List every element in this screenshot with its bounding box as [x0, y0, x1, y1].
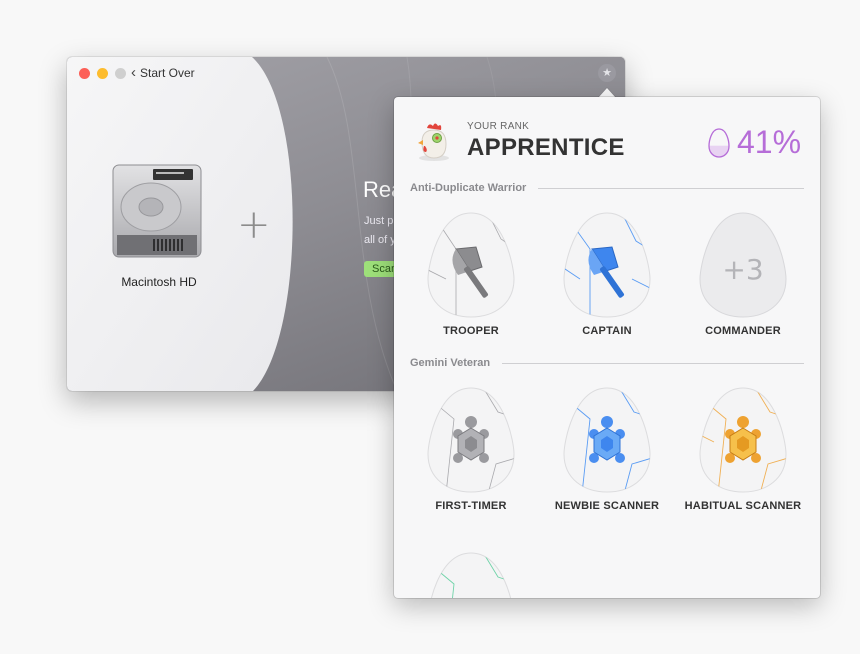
rank-name: APPRENTICE: [467, 134, 625, 161]
badge-label: COMMANDER: [705, 325, 781, 337]
close-button[interactable]: [79, 68, 90, 79]
progress-egg-icon: [708, 127, 730, 158]
window-controls: [79, 68, 126, 79]
locked-egg-icon: +3: [699, 212, 787, 318]
start-over-button[interactable]: ‹ Start Over: [131, 64, 195, 81]
hard-drive-icon[interactable]: [111, 163, 203, 263]
section-divider: [538, 187, 804, 189]
section-header: Gemini Veteran: [410, 357, 804, 369]
add-folder-icon[interactable]: +: [237, 205, 271, 245]
turtle-icon: [699, 387, 787, 493]
rank-percent: 41%: [737, 124, 802, 160]
chevron-left-icon: ‹: [131, 64, 136, 81]
chicken-rank-icon: [418, 123, 449, 161]
turtle-icon: [427, 387, 515, 493]
more-count: +3: [722, 253, 763, 286]
turtle-icon: [563, 387, 651, 493]
badge-newbie-scanner[interactable]: NEWBIE SCANNER: [542, 384, 672, 512]
badge-label: TROOPER: [443, 325, 499, 337]
axe-icon: [563, 212, 651, 318]
section-header: Anti-Duplicate Warrior: [410, 182, 804, 194]
badge-captain[interactable]: CAPTAIN: [542, 209, 672, 337]
egg-badge-icon: [430, 552, 514, 598]
badge-commander[interactable]: +3 COMMANDER: [678, 209, 808, 337]
badge-next-partial[interactable]: [406, 549, 536, 598]
section-title: Anti-Duplicate Warrior: [410, 182, 527, 194]
section-divider: [502, 362, 804, 364]
rank-popover: YOUR RANK APPRENTICE 41% Anti-Duplicate …: [394, 97, 820, 598]
rank-caption: YOUR RANK: [467, 121, 530, 132]
axe-icon: [427, 212, 515, 318]
zoom-button[interactable]: [115, 68, 126, 79]
badge-label: FIRST-TIMER: [435, 500, 507, 512]
start-over-label: Start Over: [140, 66, 195, 80]
badge-first-timer[interactable]: FIRST-TIMER: [406, 384, 536, 512]
badge-label: HABITUAL SCANNER: [684, 500, 802, 512]
section-title: Gemini Veteran: [410, 357, 491, 369]
rank-progress: 41%: [708, 124, 801, 161]
badge-label: CAPTAIN: [582, 325, 632, 337]
badge-trooper[interactable]: TROOPER: [406, 209, 536, 337]
disk-name: Macintosh HD: [121, 275, 197, 289]
badge-label: NEWBIE SCANNER: [554, 500, 660, 512]
minimize-button[interactable]: [97, 68, 108, 79]
badge-habitual-scanner[interactable]: HABITUAL SCANNER: [678, 384, 808, 512]
